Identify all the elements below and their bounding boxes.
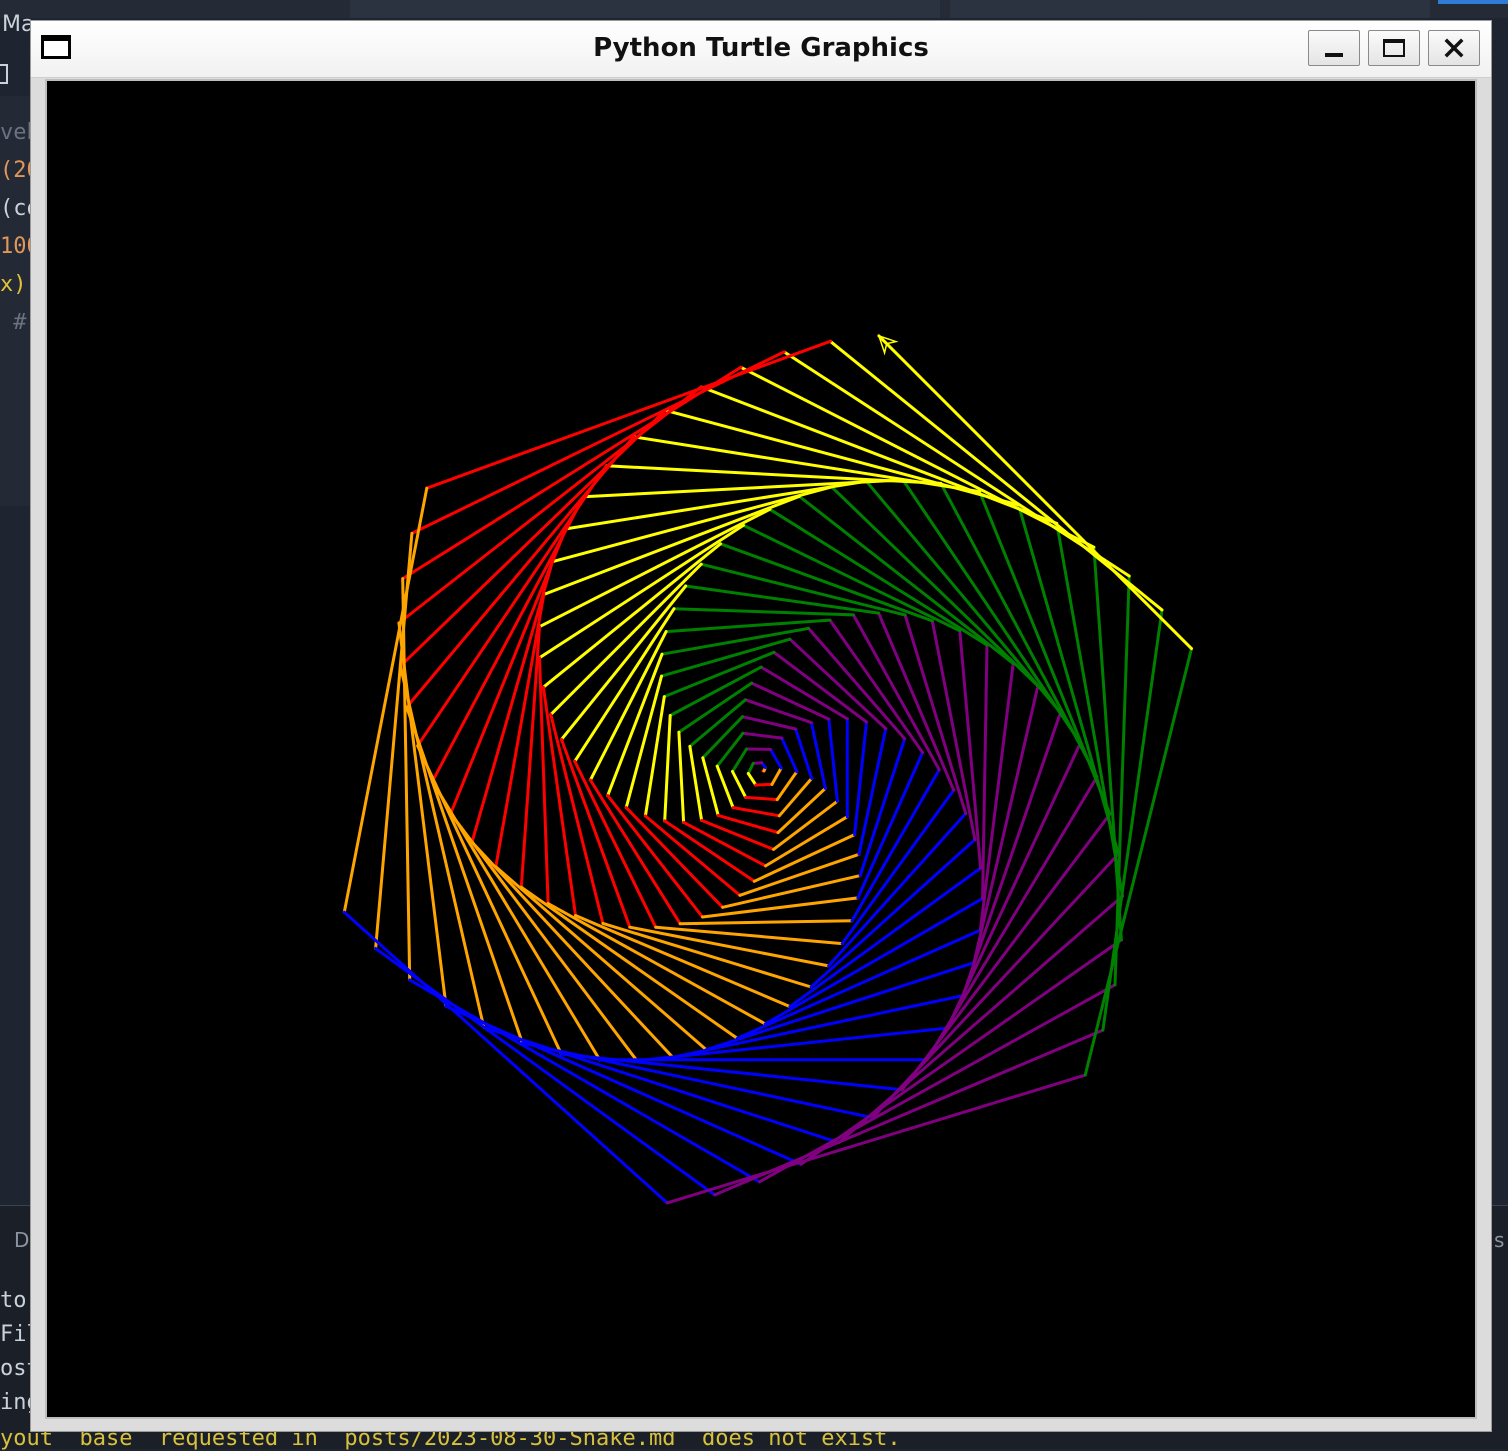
spiral-segment — [733, 808, 779, 816]
turtle-canvas[interactable] — [47, 81, 1475, 1417]
spiral-segment — [733, 772, 746, 798]
spiral-segment — [842, 790, 954, 944]
spiral-segment — [540, 525, 744, 658]
spiral-segment — [679, 732, 684, 822]
spiral-segment — [790, 868, 981, 1007]
turtle-window: Python Turtle Graphics — [30, 20, 1492, 1432]
spiral-segment — [743, 733, 782, 738]
editor-checkbox-icon — [0, 64, 8, 84]
minimize-button[interactable] — [1308, 30, 1360, 66]
title-bar[interactable]: Python Turtle Graphics — [31, 21, 1491, 78]
spiral-segment — [873, 854, 1119, 1118]
spiral-segment — [770, 509, 987, 645]
spiral-segment — [399, 387, 701, 623]
spiral-segment — [656, 927, 842, 943]
spiral-segment — [779, 778, 811, 815]
spiral-segment — [832, 487, 1038, 686]
spiral-segment — [472, 842, 673, 1057]
spiral-segment — [905, 615, 966, 814]
spiral-segment — [960, 631, 981, 868]
spiral-segment — [799, 496, 1013, 663]
spiral-segment — [645, 697, 664, 816]
panel-tab-left[interactable]: D — [14, 1228, 29, 1252]
spiral-drawing — [47, 81, 1475, 1417]
spiral-segment — [673, 996, 963, 1058]
spiral-segment — [853, 615, 939, 770]
spiral-segment — [432, 781, 599, 1060]
close-button[interactable] — [1428, 30, 1480, 66]
spiral-segment — [737, 930, 980, 1038]
spiral-segment — [782, 738, 797, 772]
spiral-segment — [811, 723, 825, 789]
spiral-segment — [584, 480, 903, 497]
code-line: x) — [0, 272, 27, 297]
close-icon — [1444, 38, 1464, 58]
editor-tab-bar — [0, 0, 1508, 18]
spiral-segment — [680, 921, 852, 924]
spiral-segment — [702, 820, 774, 849]
spiral-segment — [748, 763, 753, 773]
spiral-segment — [717, 766, 733, 807]
panel-tab-right[interactable]: s — [1494, 1228, 1504, 1252]
spiral-segment — [983, 645, 987, 898]
spiral-segment — [723, 876, 861, 908]
spiral-segment — [521, 887, 737, 1038]
spiral-segment — [733, 749, 747, 772]
spiral-segment — [743, 717, 796, 729]
spiral-segment — [606, 466, 941, 484]
spiral-segment — [551, 715, 603, 924]
spiral-segment — [777, 772, 797, 800]
spiral-segment — [748, 774, 756, 786]
spiral-segment — [703, 717, 743, 758]
spiral-segment — [829, 719, 838, 801]
spiral-segment — [746, 797, 778, 799]
maximize-button[interactable] — [1368, 30, 1420, 66]
spiral-segment — [963, 713, 1061, 996]
spiral-segment — [756, 784, 772, 785]
spiral-segment — [665, 716, 671, 821]
spiral-segment — [674, 609, 853, 615]
spiral-segment — [771, 749, 782, 768]
spiral-segment — [855, 722, 867, 835]
maximize-icon — [1383, 39, 1405, 57]
spiral-segment — [790, 639, 886, 728]
spiral-segment — [667, 1075, 1085, 1203]
spiral-segment — [772, 768, 781, 784]
spiral-segment — [774, 652, 867, 722]
spiral-segment — [706, 963, 974, 1050]
spiral-segment — [852, 770, 939, 921]
spiral-segment — [1085, 649, 1191, 1076]
spiral-segment — [690, 746, 702, 820]
spiral-segment — [575, 761, 656, 927]
minimize-icon — [1325, 53, 1343, 57]
spiral-segment — [879, 336, 1192, 649]
code-line: # — [0, 310, 27, 335]
window-title: Python Turtle Graphics — [31, 33, 1491, 63]
